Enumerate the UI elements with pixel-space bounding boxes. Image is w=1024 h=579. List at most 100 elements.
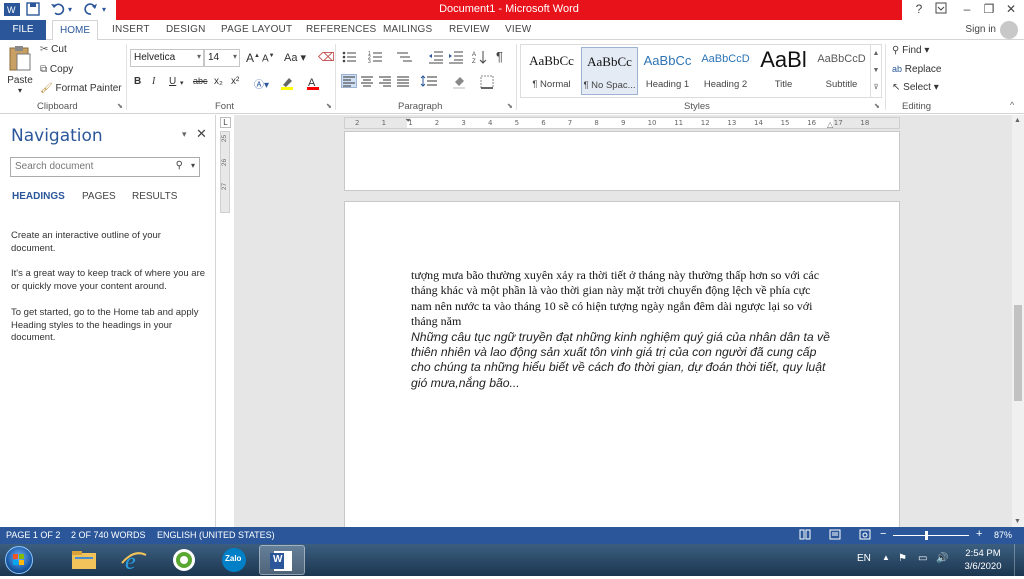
italic-button[interactable]: I bbox=[152, 76, 155, 87]
increase-indent-icon[interactable] bbox=[448, 50, 464, 64]
redo-icon[interactable] bbox=[84, 2, 98, 18]
align-left-button[interactable] bbox=[341, 74, 357, 88]
copy-button[interactable]: ⧉ Copy bbox=[40, 64, 73, 75]
first-line-indent-marker[interactable]: ⏷ bbox=[405, 116, 411, 126]
align-right-icon[interactable] bbox=[378, 75, 394, 89]
tab-review[interactable]: REVIEW bbox=[449, 24, 490, 35]
nav-tab-pages[interactable]: PAGES bbox=[82, 191, 116, 202]
style-normal[interactable]: AaBbCc ¶ Normal bbox=[523, 47, 580, 95]
tab-mailings[interactable]: MAILINGS bbox=[383, 24, 432, 35]
underline-dropdown-icon[interactable]: ▾ bbox=[180, 79, 184, 87]
tab-references[interactable]: REFERENCES bbox=[306, 24, 376, 35]
style-title[interactable]: AaBl Title bbox=[755, 47, 812, 95]
word-count[interactable]: 2 OF 740 WORDS bbox=[71, 530, 146, 540]
style-subtitle[interactable]: AaBbCcD Subtitle bbox=[813, 47, 870, 95]
search-document-input[interactable]: Search document ⚲ ▾ bbox=[10, 157, 200, 177]
subscript-button[interactable]: x₂ bbox=[214, 76, 223, 87]
scroll-up-icon[interactable]: ▲ bbox=[1014, 117, 1021, 124]
cut-button[interactable]: ✂ Cut bbox=[40, 44, 67, 55]
restore-button[interactable]: ❐ bbox=[978, 2, 1000, 18]
bullets-icon[interactable] bbox=[342, 50, 358, 64]
line-spacing-icon[interactable] bbox=[420, 75, 437, 89]
strikethrough-button[interactable]: abc bbox=[193, 76, 208, 86]
highlight-color-button[interactable] bbox=[280, 76, 298, 93]
print-layout-icon[interactable] bbox=[829, 529, 841, 542]
tab-insert[interactable]: INSERT bbox=[112, 24, 150, 35]
font-family-select[interactable]: Helvetica ▾ bbox=[130, 49, 204, 67]
nav-options-icon[interactable]: ▾ bbox=[182, 129, 187, 140]
nav-tab-results[interactable]: RESULTS bbox=[132, 191, 177, 202]
user-avatar[interactable] bbox=[1000, 21, 1018, 39]
zoom-slider[interactable] bbox=[893, 535, 969, 536]
numbering-icon[interactable]: 123 bbox=[368, 50, 384, 65]
taskbar-word[interactable]: W bbox=[259, 545, 305, 575]
document-paragraph[interactable]: tượng mưa bão thường xuyên xảy ra thời t… bbox=[411, 268, 831, 330]
undo-icon[interactable] bbox=[50, 2, 66, 18]
tab-home[interactable]: HOME bbox=[52, 20, 98, 41]
collapse-ribbon-icon[interactable]: ^ bbox=[1010, 100, 1014, 110]
style-no-spacing[interactable]: AaBbCc ¶ No Spac... bbox=[581, 47, 638, 95]
document-page[interactable] bbox=[344, 131, 900, 191]
select-button[interactable]: ↖ Select ▾ bbox=[892, 82, 939, 93]
grow-font-button[interactable]: A▲ bbox=[246, 51, 260, 65]
help-button[interactable]: ? bbox=[908, 2, 930, 18]
shading-icon[interactable] bbox=[452, 75, 468, 89]
tab-selector[interactable]: L bbox=[220, 117, 231, 128]
start-button[interactable] bbox=[5, 546, 33, 574]
customize-quick-access-icon[interactable]: ▾ bbox=[102, 5, 106, 21]
ribbon-display-options-icon[interactable] bbox=[930, 2, 952, 18]
zoom-out-button[interactable]: − bbox=[880, 528, 886, 540]
search-dropdown-icon[interactable]: ▾ bbox=[191, 161, 195, 170]
document-area[interactable]: 2 1 1 2 3 4 5 6 7 8 9 10 11 12 13 14 15 16 17 18 ⏷ △ tượng … bbox=[234, 115, 1012, 527]
superscript-button[interactable]: x² bbox=[231, 76, 239, 87]
tab-view[interactable]: VIEW bbox=[505, 24, 531, 35]
language-indicator[interactable]: ENGLISH (UNITED STATES) bbox=[157, 530, 275, 540]
show-desktop-button[interactable] bbox=[1014, 544, 1024, 576]
read-mode-icon[interactable] bbox=[799, 529, 811, 542]
volume-icon[interactable]: 🔊 bbox=[936, 553, 948, 564]
font-color-button[interactable]: A bbox=[306, 76, 324, 93]
clear-formatting-icon[interactable]: ⌫ bbox=[318, 50, 335, 64]
styles-dialog-launcher-icon[interactable]: ⬊ bbox=[874, 102, 880, 110]
taskbar-internet-explorer[interactable]: e bbox=[112, 545, 156, 575]
horizontal-ruler[interactable]: 2 1 1 2 3 4 5 6 7 8 9 10 11 12 13 14 15 16 17 18 ⏷ △ bbox=[344, 116, 900, 129]
paragraph-dialog-launcher-icon[interactable]: ⬊ bbox=[507, 102, 513, 110]
styles-scroll-buttons[interactable]: ▲ ▼ ⊽ bbox=[870, 45, 881, 97]
format-painter-button[interactable]: 🖌 Format Painter bbox=[40, 83, 122, 94]
save-icon[interactable] bbox=[26, 2, 40, 18]
right-indent-marker[interactable]: △ bbox=[827, 120, 833, 129]
show-hidden-icons-icon[interactable]: ▲ bbox=[882, 553, 890, 562]
page-count[interactable]: PAGE 1 OF 2 bbox=[6, 530, 60, 540]
zoom-slider-thumb[interactable] bbox=[924, 531, 928, 540]
document-paragraph[interactable]: Những câu tục ngữ truyền đạt những kinh … bbox=[411, 330, 831, 391]
minimize-button[interactable]: – bbox=[956, 2, 978, 18]
find-button[interactable]: ⚲ Find ▾ bbox=[892, 45, 929, 56]
style-heading-2[interactable]: AaBbCcD Heading 2 bbox=[697, 47, 754, 95]
font-dialog-launcher-icon[interactable]: ⬊ bbox=[326, 102, 332, 110]
zoom-in-button[interactable]: + bbox=[976, 528, 982, 540]
style-heading-1[interactable]: AaBbCc Heading 1 bbox=[639, 47, 696, 95]
sign-in-link[interactable]: Sign in bbox=[965, 24, 996, 35]
search-icon[interactable]: ⚲ bbox=[176, 160, 183, 171]
taskbar-zalo[interactable]: Zalo bbox=[212, 545, 256, 575]
web-layout-icon[interactable] bbox=[859, 529, 871, 542]
shrink-font-button[interactable]: A▼ bbox=[262, 53, 275, 64]
close-button[interactable]: ✕ bbox=[1000, 2, 1022, 18]
scrollbar-thumb[interactable] bbox=[1014, 305, 1022, 401]
paste-button[interactable]: Paste ▾ bbox=[6, 44, 34, 96]
tab-file[interactable]: FILE bbox=[0, 20, 46, 40]
underline-button[interactable]: U bbox=[169, 76, 176, 87]
taskbar-file-explorer[interactable] bbox=[62, 545, 106, 575]
undo-dropdown-icon[interactable]: ▾ bbox=[68, 5, 72, 21]
justify-icon[interactable] bbox=[396, 75, 412, 89]
text-effects-icon[interactable]: Ⓐ▾ bbox=[254, 76, 269, 91]
borders-icon[interactable] bbox=[480, 75, 496, 89]
nav-close-icon[interactable]: ✕ bbox=[196, 126, 207, 142]
action-center-icon[interactable]: ⚑ bbox=[898, 553, 907, 564]
document-page[interactable]: tượng mưa bão thường xuyên xảy ra thời t… bbox=[344, 201, 900, 527]
align-center-icon[interactable] bbox=[360, 75, 376, 89]
multilevel-list-icon[interactable] bbox=[396, 50, 412, 64]
nav-tab-headings[interactable]: HEADINGS bbox=[12, 191, 65, 202]
clipboard-dialog-launcher-icon[interactable]: ⬊ bbox=[117, 102, 123, 110]
network-icon[interactable]: ▭ bbox=[918, 553, 927, 564]
